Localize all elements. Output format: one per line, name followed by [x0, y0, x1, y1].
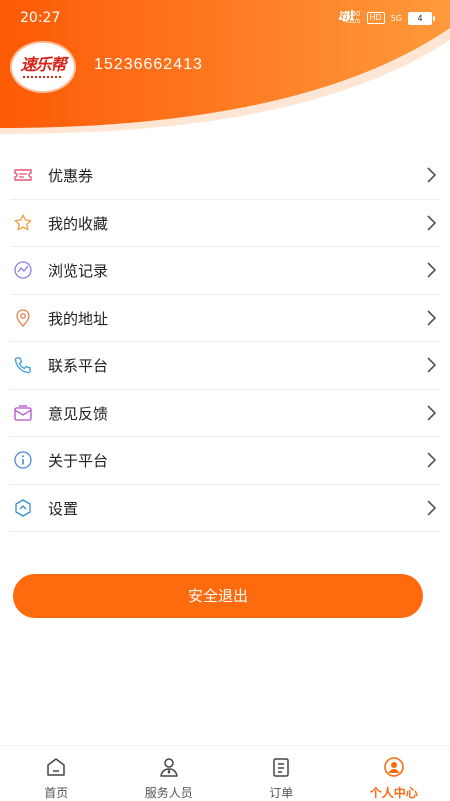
home-icon — [45, 756, 67, 778]
menu-item-coupon[interactable]: 优惠券 — [10, 152, 440, 200]
feedback-icon — [13, 403, 33, 423]
logo-underline — [23, 76, 63, 78]
profile-header: 20:27 0.30 KB/s HD 5G 4 速乐帮 15236662413 — [0, 0, 450, 140]
menu-item-contact[interactable]: 联系平台 — [10, 342, 440, 390]
menu-item-label: 意见反馈 — [48, 403, 108, 424]
chevron-right-icon — [426, 356, 438, 374]
history-icon — [13, 260, 33, 280]
profile-icon — [383, 756, 405, 778]
menu-item-favorites[interactable]: 我的收藏 — [10, 200, 440, 248]
menu-item-label: 联系平台 — [48, 355, 108, 376]
location-icon — [13, 308, 33, 328]
chevron-right-icon — [426, 499, 438, 517]
status-time: 20:27 — [20, 10, 60, 26]
star-icon — [13, 213, 33, 233]
avatar[interactable]: 速乐帮 — [12, 43, 74, 91]
tab-label: 服务人员 — [113, 784, 226, 801]
tab-label: 首页 — [0, 784, 113, 801]
chevron-right-icon — [426, 261, 438, 279]
menu-item-label: 设置 — [48, 498, 78, 519]
menu-item-label: 浏览记录 — [48, 260, 108, 281]
phone-icon — [13, 355, 33, 375]
chevron-right-icon — [426, 451, 438, 469]
menu-item-settings[interactable]: 设置 — [10, 485, 440, 533]
signal-icon: 5G — [391, 14, 402, 23]
status-icons: 0.30 KB/s HD 5G 4 — [339, 10, 432, 26]
status-bar: 20:27 0.30 KB/s HD 5G 4 — [0, 0, 450, 36]
logout-button[interactable]: 安全退出 — [13, 574, 423, 618]
menu-list: 优惠券 我的收藏 浏览记录 我的地址 联系平台 意见反馈 — [0, 152, 450, 532]
chevron-right-icon — [426, 214, 438, 232]
tab-home[interactable]: 首页 — [0, 746, 113, 801]
chevron-right-icon — [426, 166, 438, 184]
battery-icon: 4 — [408, 12, 432, 25]
user-phone: 15236662413 — [94, 56, 203, 74]
order-icon — [270, 756, 292, 778]
coupon-icon — [13, 165, 33, 185]
menu-item-address[interactable]: 我的地址 — [10, 295, 440, 343]
info-icon — [13, 450, 33, 470]
settings-icon — [13, 498, 33, 518]
menu-item-about[interactable]: 关于平台 — [10, 437, 440, 485]
bottom-tab-bar: 首页 服务人员 订单 个人中心 — [0, 745, 450, 801]
menu-item-history[interactable]: 浏览记录 — [10, 247, 440, 295]
tab-orders[interactable]: 订单 — [225, 746, 338, 801]
menu-item-label: 我的收藏 — [48, 213, 108, 234]
signal-label: 5G — [391, 14, 402, 23]
tab-profile[interactable]: 个人中心 — [338, 746, 450, 801]
menu-item-label: 关于平台 — [48, 450, 108, 471]
menu-item-label: 优惠券 — [48, 165, 93, 186]
tab-label: 个人中心 — [338, 784, 450, 801]
tab-staff[interactable]: 服务人员 — [113, 746, 226, 801]
chevron-right-icon — [426, 404, 438, 422]
chevron-right-icon — [426, 309, 438, 327]
logo: 速乐帮 — [20, 57, 65, 73]
hd-badge: HD — [367, 12, 385, 24]
staff-icon — [158, 756, 180, 778]
tab-label: 订单 — [225, 784, 338, 801]
menu-item-feedback[interactable]: 意见反馈 — [10, 390, 440, 438]
menu-item-label: 我的地址 — [48, 308, 108, 329]
